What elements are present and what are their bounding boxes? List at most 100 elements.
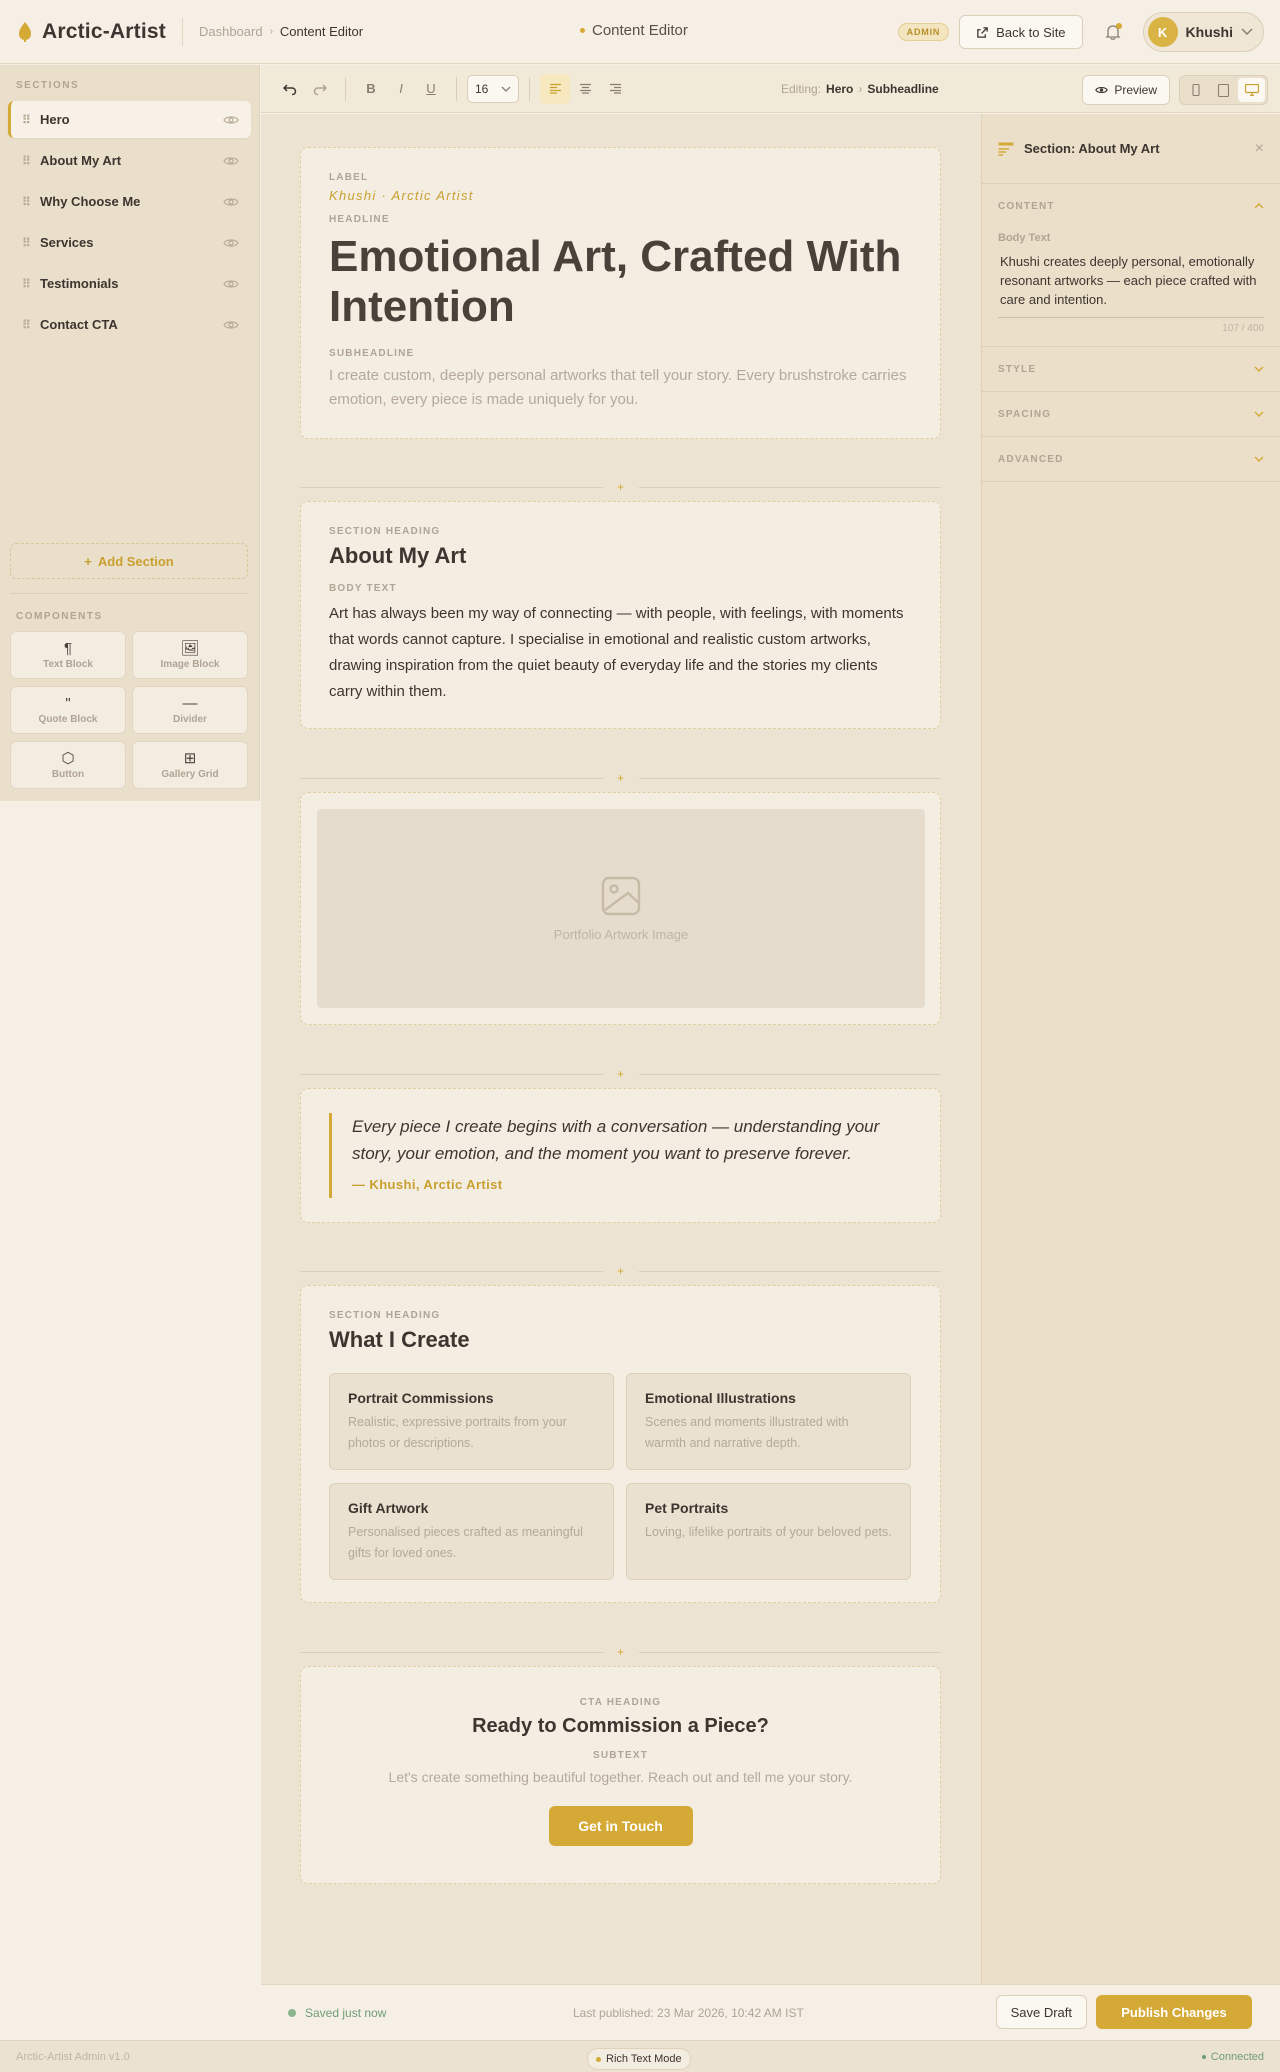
component-gallery-grid[interactable]: ⊞ Gallery Grid bbox=[132, 741, 248, 789]
component-label: Image Block bbox=[160, 658, 220, 670]
component-text-block[interactable]: ¶ Text Block bbox=[10, 631, 126, 679]
font-size-select[interactable]: 16 bbox=[467, 74, 519, 103]
insert-section-divider[interactable]: + bbox=[300, 480, 941, 494]
plus-icon[interactable]: + bbox=[603, 1645, 639, 1659]
service-card[interactable]: Gift Artwork Personalised pieces crafted… bbox=[329, 1483, 614, 1580]
eye-icon[interactable] bbox=[223, 112, 239, 128]
align-center-button[interactable] bbox=[570, 74, 600, 104]
undo-icon bbox=[283, 83, 297, 95]
component-button[interactable]: ⬡ Button bbox=[10, 741, 126, 789]
insert-section-divider[interactable]: + bbox=[300, 1264, 941, 1278]
hero-subheadline[interactable]: I create custom, deeply personal artwork… bbox=[329, 364, 912, 412]
underline-button[interactable]: U bbox=[416, 74, 446, 104]
quote-text[interactable]: Every piece I create begins with a conve… bbox=[352, 1113, 912, 1167]
divider-icon: — bbox=[182, 694, 198, 712]
sidebar-item-hero[interactable]: ⠿ Hero bbox=[8, 101, 251, 138]
quote-author[interactable]: — Khushi, Arctic Artist bbox=[352, 1177, 912, 1192]
undo-button[interactable] bbox=[275, 74, 305, 104]
services-heading[interactable]: What I Create bbox=[329, 1327, 912, 1353]
sidebar-item-why-choose-me[interactable]: ⠿ Why Choose Me bbox=[8, 183, 251, 220]
logo[interactable]: Arctic-Artist bbox=[16, 20, 166, 44]
services-section-card[interactable]: SECTION HEADING What I Create Portrait C… bbox=[300, 1285, 941, 1603]
accordion-advanced-header[interactable]: ADVANCED bbox=[998, 437, 1264, 481]
plus-icon[interactable]: + bbox=[603, 480, 639, 494]
eye-icon[interactable] bbox=[223, 235, 239, 251]
service-card[interactable]: Portrait Commissions Realistic, expressi… bbox=[329, 1373, 614, 1470]
eye-icon[interactable] bbox=[223, 194, 239, 210]
quote-section-card[interactable]: Every piece I create begins with a conve… bbox=[300, 1088, 941, 1223]
insert-section-divider[interactable]: + bbox=[300, 1067, 941, 1081]
services-grid: Portrait Commissions Realistic, expressi… bbox=[329, 1373, 912, 1580]
hero-section-card[interactable]: LABEL Khushi · Arctic Artist HEADLINE Em… bbox=[300, 147, 941, 439]
drag-handle-icon[interactable]: ⠿ bbox=[22, 154, 40, 168]
image-placeholder[interactable]: Portfolio Artwork Image bbox=[317, 809, 925, 1008]
components-title: COMPONENTS bbox=[16, 611, 103, 622]
plus-icon[interactable]: + bbox=[603, 1067, 639, 1081]
body-text-field[interactable]: Khushi creates deeply personal, emotiona… bbox=[998, 252, 1264, 318]
align-left-button[interactable] bbox=[540, 73, 570, 104]
eye-icon[interactable] bbox=[223, 317, 239, 333]
device-desktop-button[interactable] bbox=[1238, 78, 1265, 102]
accordion-content-header[interactable]: CONTENT bbox=[998, 184, 1264, 228]
service-title: Gift Artwork bbox=[348, 1500, 429, 1516]
back-to-site-button[interactable]: Back to Site bbox=[959, 15, 1083, 49]
get-in-touch-button[interactable]: Get in Touch bbox=[548, 1806, 693, 1846]
close-icon[interactable]: × bbox=[1255, 140, 1264, 158]
add-section-button[interactable]: + Add Section bbox=[10, 543, 248, 579]
accordion-spacing-header[interactable]: SPACING bbox=[998, 392, 1264, 436]
plus-icon[interactable]: + bbox=[603, 1264, 639, 1278]
cta-heading[interactable]: Ready to Commission a Piece? bbox=[329, 1715, 912, 1738]
sidebar-item-label: About My Art bbox=[40, 153, 122, 168]
sidebar-item-services[interactable]: ⠿ Services bbox=[8, 224, 251, 261]
about-section-card[interactable]: SECTION HEADING About My Art BODY TEXT A… bbox=[300, 501, 941, 729]
editor-mode-badge[interactable]: Rich Text Mode bbox=[587, 2048, 691, 2070]
insert-section-divider[interactable]: + bbox=[300, 1645, 941, 1659]
service-card[interactable]: Emotional Illustrations Scenes and momen… bbox=[626, 1373, 911, 1470]
bold-button[interactable]: B bbox=[356, 74, 386, 104]
version-text: Arctic-Artist Admin v1.0 bbox=[16, 2050, 130, 2063]
connection-status: Connected bbox=[1201, 2051, 1264, 2063]
drag-handle-icon[interactable]: ⠿ bbox=[22, 195, 40, 209]
drag-handle-icon[interactable]: ⠿ bbox=[22, 277, 40, 291]
align-right-button[interactable] bbox=[600, 74, 630, 104]
hero-headline[interactable]: Emotional Art, Crafted With Intention bbox=[329, 232, 912, 332]
component-divider[interactable]: — Divider bbox=[132, 686, 248, 734]
drag-handle-icon[interactable]: ⠿ bbox=[22, 236, 40, 250]
notifications-button[interactable] bbox=[1093, 15, 1133, 49]
component-quote-block[interactable]: " Quote Block bbox=[10, 686, 126, 734]
sidebar-item-contact-cta[interactable]: ⠿ Contact CTA bbox=[8, 306, 251, 343]
italic-button[interactable]: I bbox=[386, 74, 416, 104]
preview-button[interactable]: Preview bbox=[1082, 75, 1170, 105]
eye-icon[interactable] bbox=[223, 276, 239, 292]
breadcrumb-dashboard[interactable]: Dashboard bbox=[199, 24, 263, 39]
redo-button[interactable] bbox=[305, 74, 335, 104]
service-title: Emotional Illustrations bbox=[645, 1390, 796, 1406]
drag-handle-icon[interactable]: ⠿ bbox=[22, 113, 40, 127]
component-image-block[interactable]: 🖼 Image Block bbox=[132, 631, 248, 679]
field-label: SUBTEXT bbox=[592, 1750, 649, 1761]
about-body[interactable]: Art has always been my way of connecting… bbox=[329, 601, 912, 705]
about-heading[interactable]: About My Art bbox=[329, 543, 912, 569]
field-label: CTA HEADING bbox=[579, 1697, 662, 1708]
cta-subtext[interactable]: Let's create something beautiful togethe… bbox=[329, 1769, 912, 1785]
redo-icon bbox=[313, 83, 327, 95]
drag-handle-icon[interactable]: ⠿ bbox=[22, 318, 40, 332]
save-draft-button[interactable]: Save Draft bbox=[995, 1995, 1087, 2029]
image-section-card[interactable]: Portfolio Artwork Image bbox=[300, 792, 941, 1025]
user-menu[interactable]: K Khushi bbox=[1142, 12, 1264, 52]
sidebar-item-testimonials[interactable]: ⠿ Testimonials bbox=[8, 265, 251, 302]
device-tablet-button[interactable] bbox=[1210, 78, 1237, 102]
component-label: Quote Block bbox=[38, 713, 98, 725]
cta-section-card[interactable]: CTA HEADING Ready to Commission a Piece?… bbox=[300, 1666, 941, 1884]
editor-toolbar: B I U 16 Editing: Hero › Subheadline Pre… bbox=[261, 65, 1280, 113]
sidebar-item-about-my-art[interactable]: ⠿ About My Art bbox=[8, 142, 251, 179]
hero-label-text[interactable]: Khushi · Arctic Artist bbox=[329, 188, 912, 203]
device-mobile-button[interactable] bbox=[1182, 78, 1209, 102]
eye-icon[interactable] bbox=[223, 153, 239, 169]
publish-button[interactable]: Publish Changes bbox=[1096, 1995, 1252, 2029]
service-card[interactable]: Pet Portraits Loving, lifelike portraits… bbox=[626, 1483, 911, 1580]
accordion-style-header[interactable]: STYLE bbox=[998, 347, 1264, 391]
editor-canvas: LABEL Khushi · Arctic Artist HEADLINE Em… bbox=[261, 114, 981, 1984]
insert-section-divider[interactable]: + bbox=[300, 771, 941, 785]
plus-icon[interactable]: + bbox=[603, 771, 639, 785]
